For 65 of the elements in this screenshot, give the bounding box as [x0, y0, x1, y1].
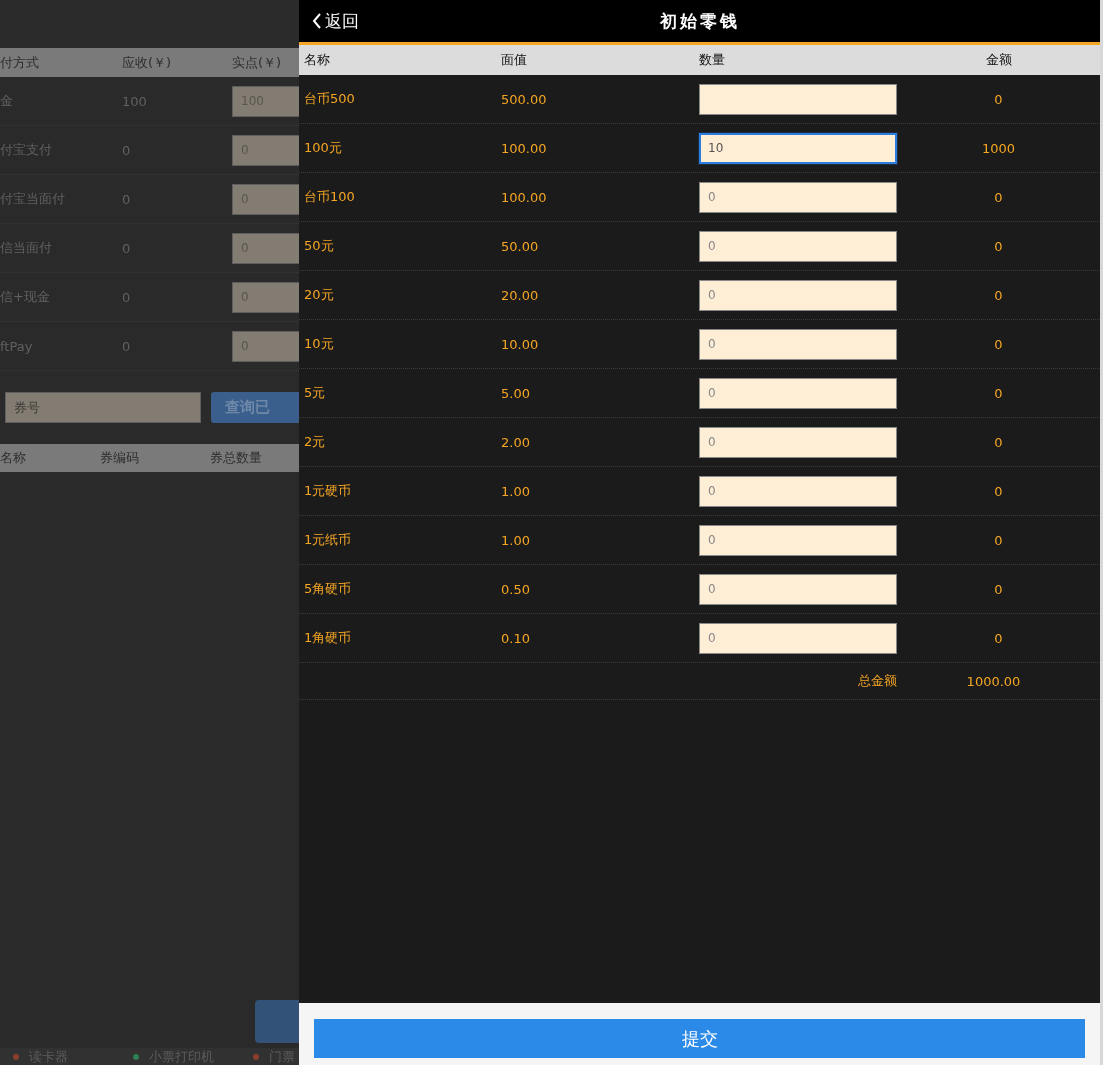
table-cell-text: 5元	[304, 384, 327, 402]
table-cell-text: 100.00	[501, 140, 548, 156]
chevron-left-icon	[311, 12, 323, 30]
column-header: 应收(￥)	[122, 53, 173, 72]
quantity-field[interactable]: 0	[699, 475, 897, 507]
table-cell: 0	[994, 581, 1003, 597]
table-cell: 0	[994, 483, 1003, 499]
quantity-field[interactable]: 0	[699, 426, 897, 458]
table-cell-text: 2.00	[501, 434, 531, 450]
table-cell: 0	[994, 287, 1003, 303]
table-cell: 0	[994, 336, 1003, 352]
table-cell: 0	[994, 189, 1003, 205]
table-cell-text: 1.00	[501, 483, 531, 499]
table-cell: 1000	[981, 140, 1016, 156]
table-cell-text: 100.00	[501, 189, 548, 205]
column-header: 面值	[501, 51, 528, 69]
table-cell: 0	[994, 385, 1003, 401]
table-cell-text: 20.00	[501, 287, 540, 303]
table-cell-text: 20元	[304, 286, 335, 304]
table-cell: 0	[994, 91, 1003, 107]
table-cell-text: 500.00	[501, 91, 548, 107]
table-cell-text: 台币500	[304, 90, 356, 108]
back-button[interactable]: 返回	[299, 9, 359, 33]
total-amount: 1000.00	[966, 673, 1022, 689]
column-header: 名称	[0, 449, 27, 467]
table-cell-text: 10.00	[501, 336, 540, 352]
quantity-field[interactable]: 0	[699, 622, 897, 654]
table-cell-text: 1元硬币	[304, 482, 353, 500]
quantity-field[interactable]: 0	[699, 230, 897, 262]
quantity-field[interactable]: 10	[699, 132, 897, 164]
column-header: 券总数量	[210, 449, 263, 467]
quantity-field[interactable]: 0	[699, 279, 897, 311]
submit-button[interactable]: 提交	[314, 1019, 1085, 1058]
quantity-field[interactable]	[699, 83, 897, 115]
table-cell-text: 1元纸币	[304, 531, 353, 549]
table-cell-text: 5角硬币	[304, 580, 353, 598]
column-header: 金额	[985, 51, 1012, 69]
column-header: 实点(￥)	[232, 53, 283, 72]
column-header: 名称	[304, 51, 331, 69]
table-cell-text: 50.00	[501, 238, 540, 254]
table-cell-text: 50元	[304, 237, 335, 255]
table-cell: 0	[994, 630, 1003, 646]
column-header: 券编码	[100, 449, 140, 467]
table-cell: 0	[994, 434, 1003, 450]
table-cell-text: 10元	[304, 335, 335, 353]
quantity-field[interactable]: 0	[699, 328, 897, 360]
quantity-field[interactable]: 0	[699, 377, 897, 409]
table-cell-text: 1角硬币	[304, 629, 353, 647]
quantity-field[interactable]: 0	[699, 524, 897, 556]
table-cell: 0	[994, 532, 1003, 548]
table-cell-text: 1.00	[501, 532, 531, 548]
table-cell-text: 2元	[304, 433, 327, 451]
column-header: 付方式	[0, 53, 40, 72]
table-cell-text: 0.10	[501, 630, 531, 646]
table-cell: 0	[994, 238, 1003, 254]
table-cell-text: 台币100	[304, 188, 356, 206]
quantity-field[interactable]: 0	[699, 181, 897, 213]
table-cell-text: 100元	[304, 139, 343, 157]
table-cell-text: 5.00	[501, 385, 531, 401]
table-cell-text: 0.50	[501, 581, 531, 597]
column-header: 数量	[699, 51, 726, 69]
quantity-field[interactable]: 0	[699, 573, 897, 605]
voucher-field[interactable]: 券号	[5, 392, 201, 423]
total-label: 总金额	[858, 672, 897, 690]
dialog-title: 初始零钱	[659, 9, 740, 33]
